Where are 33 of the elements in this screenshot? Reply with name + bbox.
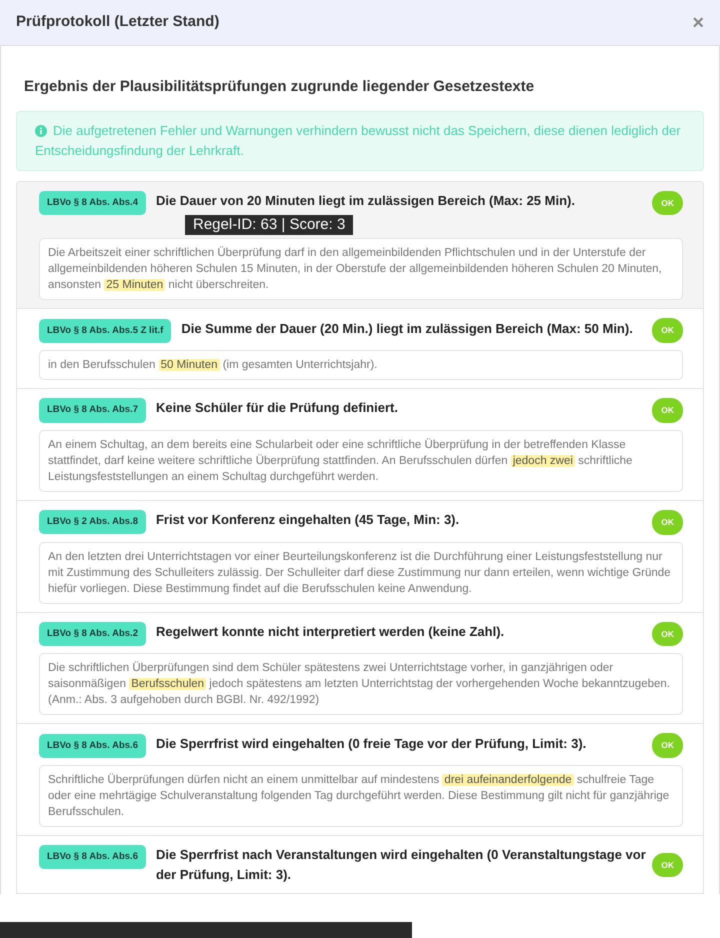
check-result: Keine Schüler für die Prüfung definiert. (156, 399, 398, 418)
status-pill: OK (652, 190, 683, 216)
status-pill: OK (652, 398, 683, 423)
modal-title: Prüfprotokoll (Letzter Stand) (16, 12, 220, 32)
status-pill: OK (652, 622, 683, 646)
law-text: Die Arbeitszeit einer schriftlichen Überprüfung darf in den allgemeinbildenden Pflichtschulen und in der Unterstufe der allgemeinbildenden höheren Schulen 15 Minuten, in der Oberstufe der allgemeinbildenden höheren Schulen 20 Minuten, ansonsten 25 Minuten nicht überschreiten. (39, 238, 683, 300)
law-text: An den letzten drei Unterrichtstagen vor einer Beurteilungskonferenz ist die Durchführung einer Leistungsfeststellung nur mit Zustimmung des Schulleiters zulässig. Der Schulleiter darf diese Zustimmung nur dann erteilen, wenn wichtige Gründe hiefür vorliegen. Diese Bestimmung findet auf die Berufsschulen keine Anwendung. (39, 542, 683, 604)
status-pill: OK (652, 318, 683, 343)
check-result: Die Dauer von 20 Minuten liegt im zulässigen Bereich (Max: 25 Min). (156, 192, 575, 210)
law-reference-tag: LBVo § 8 Abs. Abs.7 (39, 398, 146, 422)
law-reference-tag: LBVo § 8 Abs. Abs.5 Z lit.f (39, 318, 172, 343)
status-pill: OK (652, 510, 683, 534)
check-result: Frist vor Konferenz eingehalten (45 Tage, Min: 3). (156, 511, 460, 529)
section-heading: Ergebnis der Plausibilitätsprüfungen zugrunde liegender Gesetzestexte (24, 77, 536, 97)
info-icon (35, 124, 47, 136)
close-button[interactable]: × (692, 12, 704, 32)
info-alert: Die aufgetretenen Fehler und Warnungen verhindern bewusst nicht das Speichern, diese dienen lediglich der Entscheidungsfindung der Lehrkraft. (16, 110, 704, 170)
law-text: An einem Schultag, an dem bereits eine Schularbeit oder eine schriftliche Überprüfung in der betreffenden Klasse stattfindet, darf keine weitere schriftliche Überprüfung stattfinden. An Berufsschulen dürfen jedoch zwei schriftliche Leistungsfeststellungen an einem Schultag durchgeführt werden. (39, 430, 683, 492)
law-reference-tag: LBVo § 8 Abs. Abs.2 (39, 622, 146, 646)
law-reference-tag: LBVo § 8 Abs. Abs.4 (39, 190, 146, 215)
law-text: Schriftliche Überprüfungen dürfen nicht an einem unmittelbar auf mindestens drei aufeinanderfolgende schulfreie Tage oder eine mehrtägige Schulveranstaltung folgenden Tag durchgeführt werden. Diese Bestimmung gilt nicht für ganzjährige Berufsschulen. (39, 765, 683, 827)
check-result: Regelwert konnte nicht interpretiert werden (keine Zahl). (156, 622, 504, 641)
check-result: Die Summe der Dauer (20 Min.) liegt im zulässigen Bereich (Max: 50 Min). (181, 320, 633, 338)
status-pill: OK (652, 733, 683, 758)
law-reference-tag: LBVo § 8 Abs. Abs.6 (39, 845, 146, 870)
law-text: Die schriftlichen Überprüfungen sind dem Schüler spätestens zwei Unterrichtstage vorher, in ganzjährigen oder saisonmäßigen Berufsschulen jedoch spätestens am letzten Unterrichtstag der vorhergehenden Woche bekanntzugeben. (Anm.: Abs. 3 aufgehoben durch BGBl. Nr. 492/1992) (39, 653, 683, 716)
law-text: in den Berufsschulen 50 Minuten (im gesamten Unterrichtsjahr). (39, 350, 683, 380)
law-reference-tag: LBVo § 2 Abs. Abs.8 (39, 510, 146, 534)
check-result: Die Sperrfrist wird eingehalten (0 freie Tage vor der Prüfung, Limit: 3). (156, 734, 586, 753)
tooltip: Regel-ID: 63 | Score: 3 (185, 214, 354, 234)
status-pill: OK (652, 852, 683, 878)
law-reference-tag: LBVo § 8 Abs. Abs.6 (39, 734, 146, 758)
check-result: Die Sperrfrist nach Veranstaltungen wird eingehalten (0 Veranstaltungstage vor der Prüfung, Limit: 3). (156, 846, 647, 884)
